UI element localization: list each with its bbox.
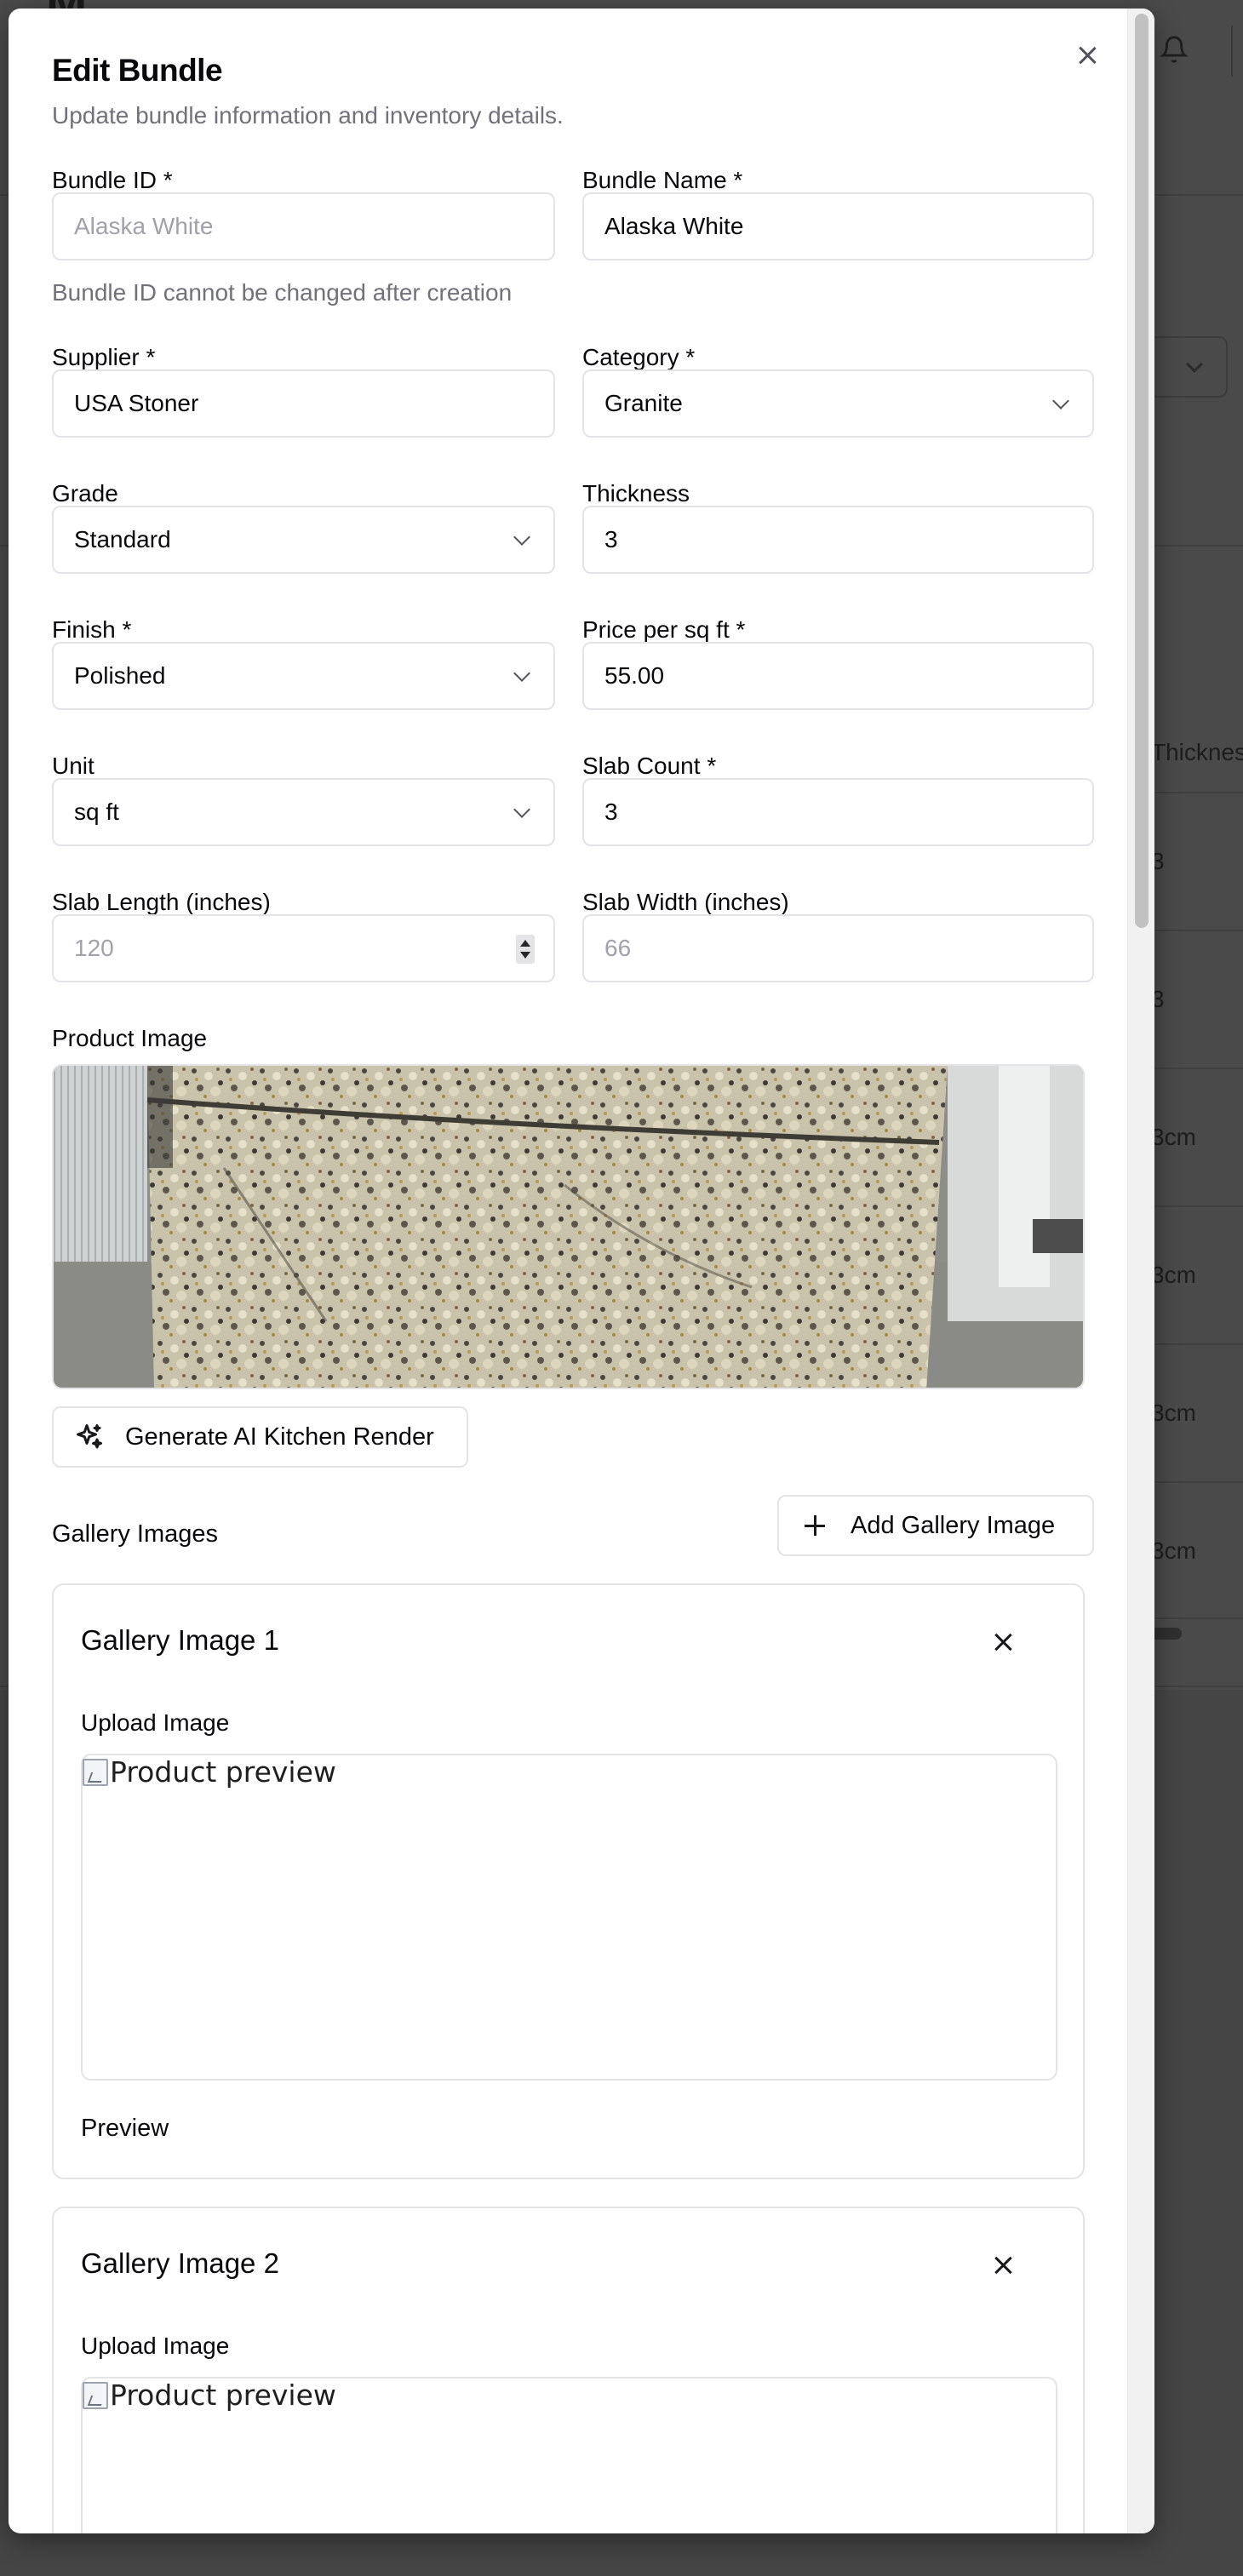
gallery-card-title: Gallery Image 2 (81, 2247, 279, 2279)
table-header-thickness: Thicknes (1151, 739, 1243, 765)
bundle-id-label: Bundle ID * (52, 167, 173, 193)
close-icon[interactable] (1071, 39, 1103, 72)
broken-image: Product preview (83, 2379, 336, 2412)
broken-image-alt: Product preview (110, 1755, 336, 1789)
preview-label: Preview (81, 2115, 169, 2142)
sparkles-icon (77, 1424, 102, 1449)
product-image (52, 1064, 1085, 1389)
table-cell: 3cm (1151, 1400, 1196, 1426)
upload-image-label: Upload Image (81, 1709, 230, 1736)
remove-gallery-image-icon[interactable] (988, 1628, 1017, 1657)
supplier-input[interactable]: USA Stoner (52, 369, 555, 438)
background-filter-select (1149, 336, 1228, 398)
grade-label: Grade (52, 480, 118, 507)
finish-label: Finish * (52, 616, 132, 643)
plus-icon (799, 1510, 830, 1541)
header-divider (1231, 26, 1233, 77)
chevron-down-icon (1052, 392, 1069, 409)
category-value: Granite (604, 390, 683, 416)
bell-icon (1160, 36, 1189, 63)
thickness-input[interactable]: 3 (582, 506, 1094, 574)
chevron-down-icon (513, 665, 530, 682)
bundle-id-hint: Bundle ID cannot be changed after creati… (52, 279, 513, 306)
table-row-divider (1141, 792, 1243, 793)
broken-image-icon (83, 1758, 108, 1786)
gallery-card-2: Gallery Image 2 Upload Image Product pre… (52, 2207, 1085, 2533)
slab-length-label: Slab Length (inches) (52, 889, 271, 915)
table-cell: 3cm (1151, 1537, 1196, 1564)
slab-length-placeholder: 120 (74, 935, 114, 961)
horizontal-scrollbar (1151, 1628, 1182, 1640)
table-row-divider (1141, 1205, 1243, 1207)
price-label: Price per sq ft * (582, 616, 746, 643)
dialog-subtitle: Update bundle information and inventory … (52, 102, 564, 129)
product-image-label: Product Image (52, 1025, 208, 1051)
table-row-divider (1141, 1343, 1243, 1345)
slab-count-label: Slab Count * (582, 753, 717, 779)
bundle-id-input[interactable]: Alaska White (52, 192, 555, 260)
price-input[interactable]: 55.00 (582, 642, 1094, 710)
slab-length-input[interactable]: 120 (52, 914, 555, 982)
gallery-card-title: Gallery Image 1 (81, 1624, 279, 1656)
unit-value: sq ft (74, 799, 119, 825)
finish-select[interactable]: Polished (52, 642, 555, 710)
slab-width-label: Slab Width (inches) (582, 889, 789, 915)
thickness-label: Thickness (582, 480, 690, 507)
number-spinner-icon[interactable] (516, 935, 535, 964)
generate-ai-render-button[interactable]: Generate AI Kitchen Render (52, 1406, 468, 1468)
dialog-scrollbar[interactable] (1127, 9, 1154, 2533)
gallery-images-title: Gallery Images (52, 1520, 219, 1548)
generate-ai-render-label: Generate AI Kitchen Render (125, 1423, 434, 1451)
finish-value: Polished (74, 662, 166, 689)
upload-image-label: Upload Image (81, 2333, 230, 2359)
bundle-name-label: Bundle Name * (582, 167, 743, 193)
broken-image: Product preview (83, 1755, 336, 1789)
table-row-divider (1141, 1617, 1243, 1619)
supplier-label: Supplier * (52, 344, 156, 370)
table-cell: 3cm (1151, 1262, 1196, 1288)
image-upload-area[interactable]: Product preview (81, 1754, 1057, 2081)
table-row-divider (1141, 930, 1243, 931)
slab-width-input[interactable]: 66 (582, 914, 1094, 982)
broken-image-alt: Product preview (110, 2379, 336, 2412)
remove-gallery-image-icon[interactable] (988, 2251, 1017, 2280)
unit-label: Unit (52, 753, 95, 779)
grade-select[interactable]: Standard (52, 506, 555, 574)
broken-image-icon (83, 2381, 108, 2409)
gallery-card-1: Gallery Image 1 Upload Image Product pre… (52, 1583, 1085, 2179)
add-gallery-image-button[interactable]: Add Gallery Image (777, 1495, 1094, 1556)
unit-select[interactable]: sq ft (52, 778, 555, 846)
dialog-title: Edit Bundle (52, 53, 223, 88)
table-row-divider (1141, 1068, 1243, 1069)
grade-value: Standard (74, 526, 171, 552)
slab-count-input[interactable]: 3 (582, 778, 1094, 846)
category-label: Category * (582, 344, 696, 370)
add-gallery-image-label: Add Gallery Image (851, 1511, 1056, 1539)
table-cell: 3cm (1151, 1124, 1196, 1150)
chevron-down-icon (513, 801, 530, 818)
chevron-down-icon (513, 529, 530, 546)
bundle-name-input[interactable]: Alaska White (582, 192, 1094, 260)
scrollbar-thumb[interactable] (1135, 14, 1148, 928)
edit-bundle-dialog: Edit Bundle Update bundle information an… (9, 9, 1154, 2533)
category-select[interactable]: Granite (582, 369, 1094, 438)
image-upload-area[interactable]: Product preview (81, 2377, 1057, 2533)
table-row-divider (1141, 1481, 1243, 1483)
